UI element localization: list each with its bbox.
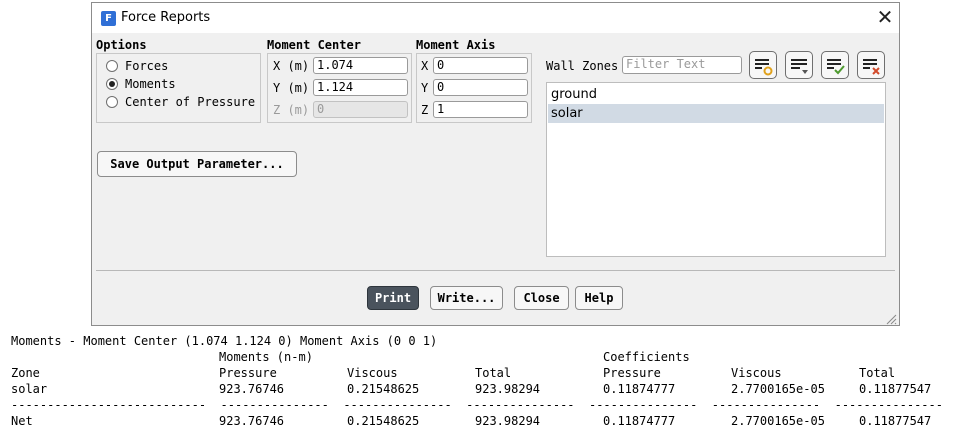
axis-x-label: X (421, 59, 429, 73)
select-zones-button[interactable] (749, 51, 777, 79)
divider (96, 270, 895, 271)
net-zone: Net (11, 414, 33, 428)
row-zone: solar (11, 382, 48, 396)
select-dropdown-button[interactable] (785, 51, 813, 79)
net-total: 923.98294 (475, 414, 541, 428)
close-button[interactable]: Close (514, 286, 569, 310)
center-z-field: 0 (313, 101, 408, 118)
help-button[interactable]: Help (575, 286, 623, 310)
row-total: 923.98294 (475, 382, 541, 396)
axis-y-field[interactable]: 0 (433, 79, 528, 96)
separator-line: --------------------------- ------------… (11, 398, 943, 412)
moments-group-heading: Moments (n-m) (219, 350, 313, 364)
print-button[interactable]: Print (367, 286, 419, 310)
row-coef-total: 0.11877547 (859, 382, 932, 396)
row-coef-viscous: 2.7700165e-05 (731, 382, 825, 396)
moment-axis-group: X 0 Y 0 Z 1 (416, 53, 532, 123)
title-bar: F Force Reports ✕ (92, 3, 899, 33)
axis-z-label: Z (421, 103, 429, 117)
col-coef-total: Total (859, 366, 896, 380)
list-item-ground[interactable]: ground (548, 85, 884, 104)
center-x-label: X (m) (273, 59, 310, 73)
center-y-field[interactable]: 1.124 (313, 79, 408, 96)
moments-radio[interactable] (106, 78, 118, 90)
col-viscous: Viscous (347, 366, 398, 380)
force-reports-dialog: F Force Reports ✕ Options Forces Moments… (91, 2, 900, 326)
net-pressure: 923.76746 (219, 414, 285, 428)
moment-center-group: X (m) 1.074 Y (m) 1.124 Z (m) 0 (267, 53, 412, 123)
wall-zones-label: Wall Zones (546, 59, 619, 73)
list-filter-icon (755, 59, 773, 76)
list-check-icon (827, 59, 845, 75)
row-viscous: 0.21548625 (347, 382, 420, 396)
option-center-of-pressure[interactable]: Center of Pressure (102, 94, 257, 110)
option-moments[interactable]: Moments (102, 76, 252, 92)
center-of-pressure-radio[interactable] (106, 96, 118, 108)
col-pressure: Pressure (219, 366, 277, 380)
console-output: Moments - Moment Center (1.074 1.124 0) … (0, 329, 954, 435)
output-header-line: Moments - Moment Center (1.074 1.124 0) … (11, 334, 438, 348)
window-title: Force Reports (121, 10, 211, 25)
option-forces[interactable]: Forces (102, 58, 252, 74)
app-icon: F (101, 11, 116, 26)
options-label: Options (96, 38, 147, 52)
col-coef-pressure: Pressure (603, 366, 661, 380)
close-icon[interactable]: ✕ (875, 7, 895, 27)
filter-text-input[interactable]: Filter Text (622, 56, 742, 74)
net-coef-pressure: 0.11874777 (603, 414, 676, 428)
axis-z-field[interactable]: 1 (433, 101, 528, 118)
axis-x-field[interactable]: 0 (433, 57, 528, 74)
list-item-solar[interactable]: solar (548, 104, 884, 123)
save-output-parameter-button[interactable]: Save Output Parameter... (97, 151, 297, 177)
list-clear-icon (863, 59, 880, 75)
coefficients-group-heading: Coefficients (603, 350, 690, 364)
write-button[interactable]: Write... (430, 286, 503, 310)
moment-center-label: Moment Center (267, 38, 361, 52)
center-z-label: Z (m) (273, 103, 310, 117)
net-coef-viscous: 2.7700165e-05 (731, 414, 825, 428)
list-dropdown-icon (791, 59, 808, 74)
forces-label: Forces (125, 59, 169, 73)
options-group: Forces Moments Center of Pressure (96, 53, 261, 123)
center-y-label: Y (m) (273, 81, 310, 95)
row-pressure: 923.76746 (219, 382, 285, 396)
moments-label: Moments (125, 77, 176, 91)
net-viscous: 0.21548625 (347, 414, 420, 428)
center-of-pressure-label: Center of Pressure (125, 95, 256, 109)
deselect-all-button[interactable] (857, 51, 885, 79)
select-all-button[interactable] (821, 51, 849, 79)
col-total: Total (475, 366, 512, 380)
col-coef-viscous: Viscous (731, 366, 782, 380)
wall-zones-list[interactable]: ground solar (546, 82, 886, 257)
resize-grip-icon[interactable] (885, 313, 897, 325)
axis-y-label: Y (421, 81, 429, 95)
net-coef-total: 0.11877547 (859, 414, 932, 428)
moment-axis-label: Moment Axis (416, 38, 496, 52)
col-zone: Zone (11, 366, 40, 380)
center-x-field[interactable]: 1.074 (313, 57, 408, 74)
forces-radio[interactable] (106, 60, 118, 72)
row-coef-pressure: 0.11874777 (603, 382, 676, 396)
